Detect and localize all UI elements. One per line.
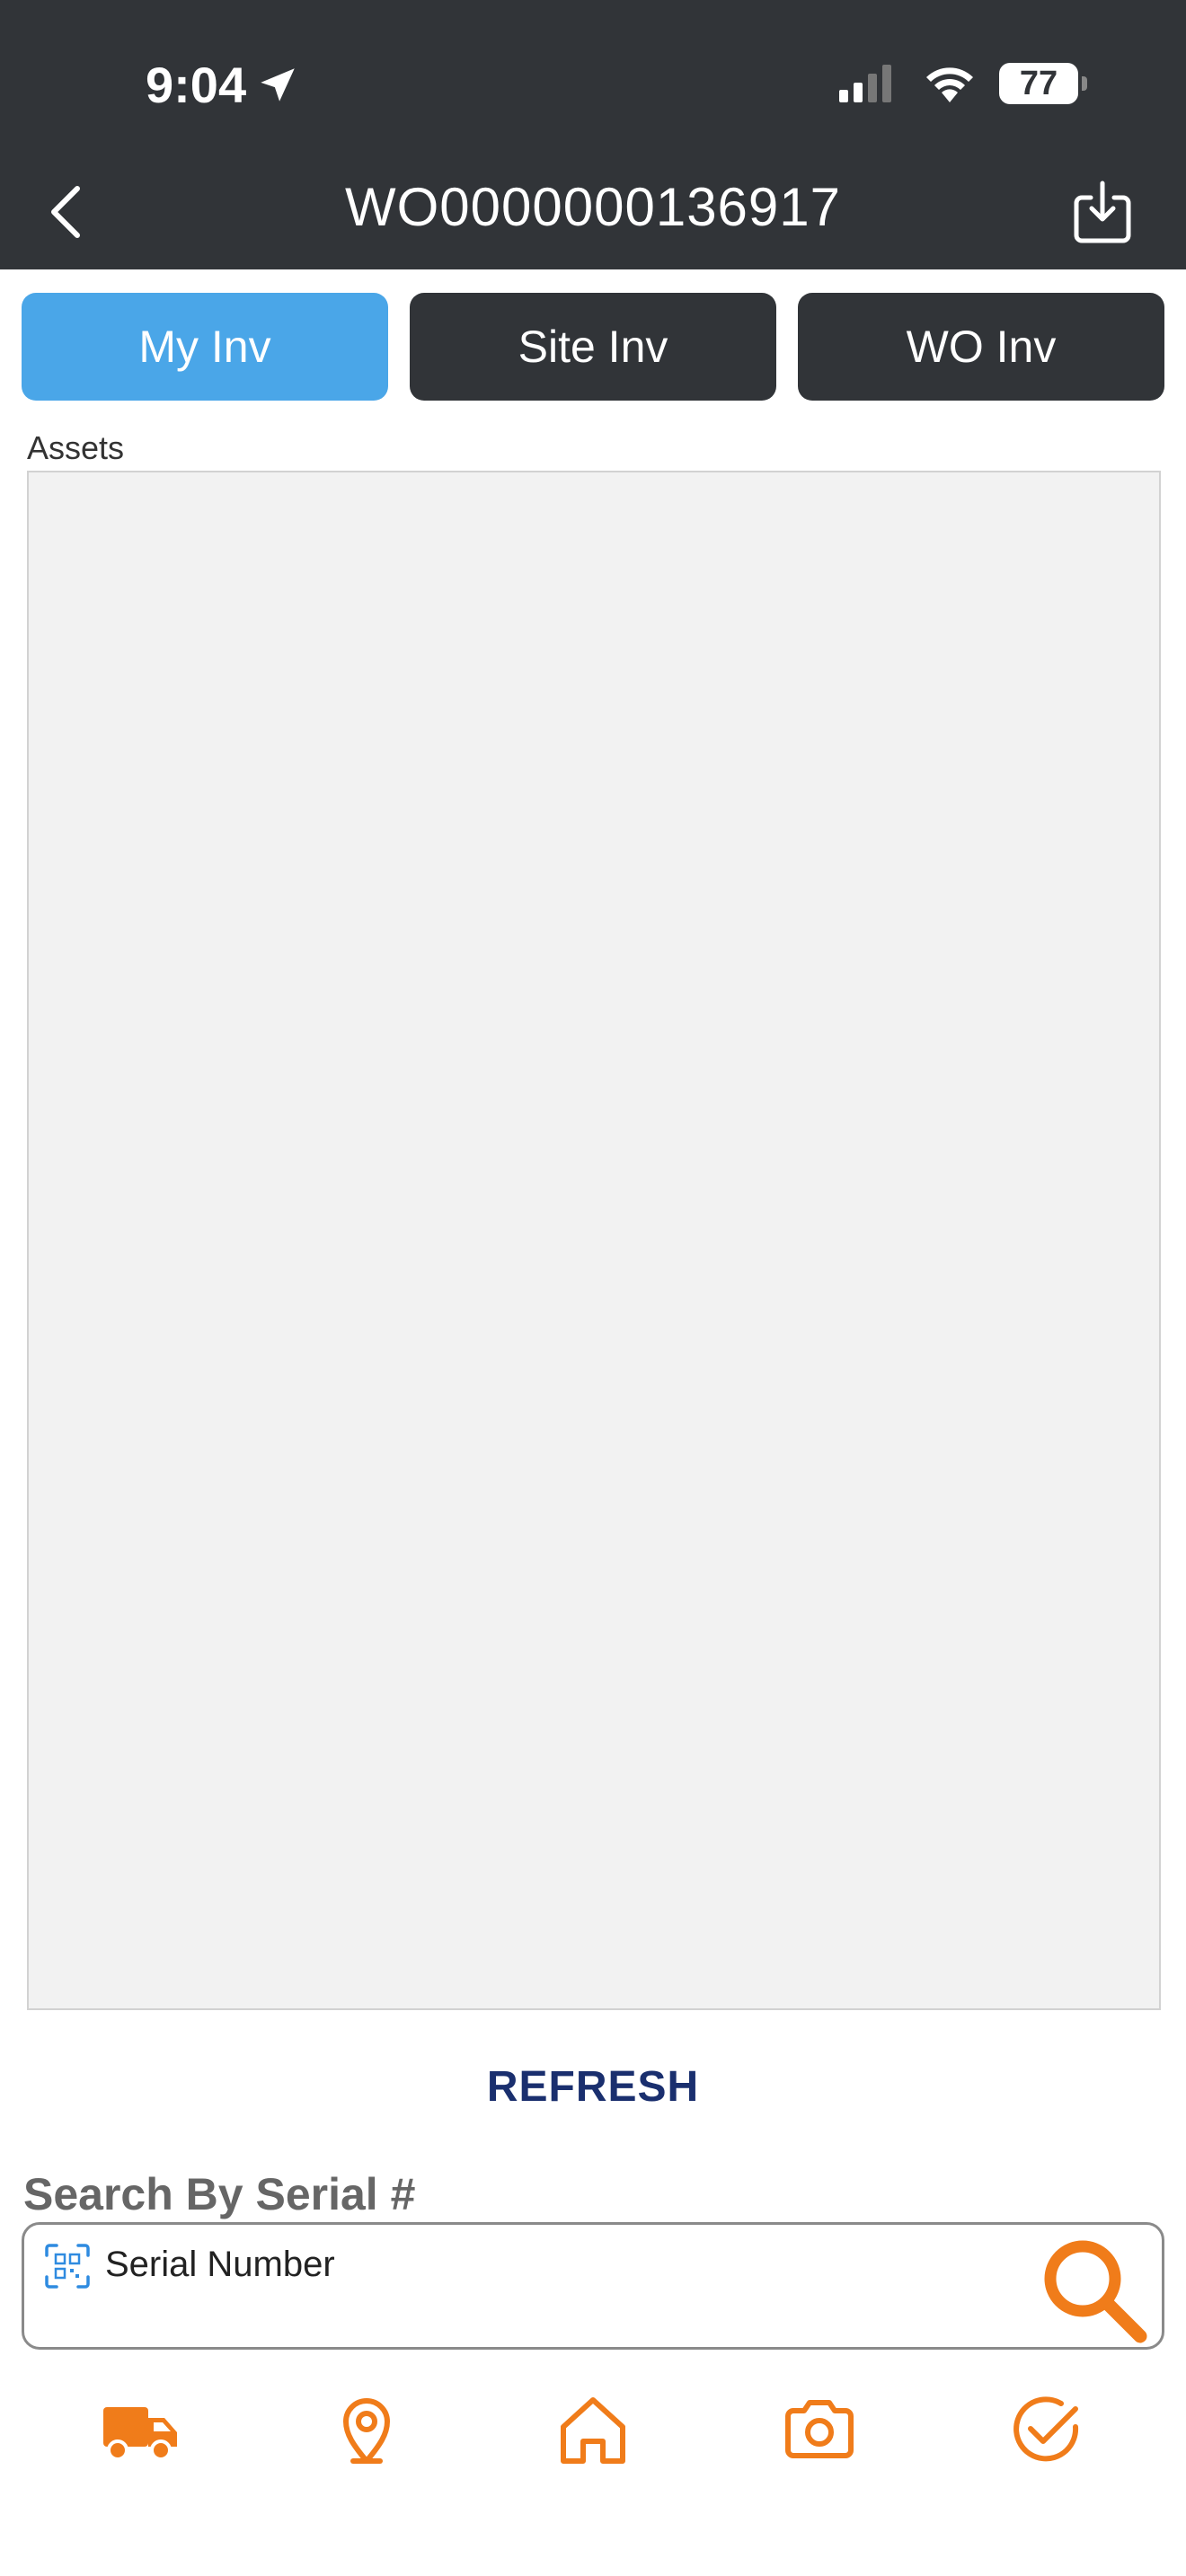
truck-icon <box>103 2407 177 2461</box>
camera-icon <box>785 2400 854 2458</box>
location-pin-icon <box>343 2398 390 2464</box>
download-button[interactable] <box>1071 178 1134 246</box>
wifi-icon <box>926 67 973 102</box>
serial-search-box <box>22 2222 1164 2350</box>
status-icons: 77 <box>837 63 1087 104</box>
download-icon <box>1074 181 1131 243</box>
location-arrow-icon <box>261 67 295 101</box>
qr-scan-icon[interactable] <box>44 2243 91 2289</box>
check-circle-icon <box>1013 2396 1079 2462</box>
refresh-button[interactable]: REFRESH <box>0 2062 1186 2112</box>
serial-number-input[interactable] <box>105 2237 1004 2291</box>
nav-home[interactable] <box>548 2385 638 2475</box>
home-icon <box>561 2397 625 2464</box>
tab-wo-inv[interactable]: WO Inv <box>798 293 1164 401</box>
nav-complete[interactable] <box>1001 2385 1091 2475</box>
bottom-nav <box>0 2371 1186 2488</box>
tab-site-inv[interactable]: Site Inv <box>410 293 776 401</box>
nav-truck[interactable] <box>95 2385 185 2475</box>
status-time: 9:04 <box>146 56 300 114</box>
search-button[interactable] <box>1036 2232 1151 2347</box>
battery-indicator: 77 <box>999 63 1087 104</box>
nav-camera[interactable] <box>774 2385 864 2475</box>
search-label: Search By Serial # <box>23 2169 416 2219</box>
inventory-tabs: My Inv Site Inv WO Inv <box>22 293 1164 401</box>
signal-icon <box>839 65 891 102</box>
assets-list[interactable] <box>27 471 1161 2010</box>
nav-location[interactable] <box>322 2385 412 2475</box>
app-header: 9:04 77 WO0000000136917 <box>0 0 1186 269</box>
search-icon <box>1044 2240 1147 2343</box>
assets-label: Assets <box>27 429 125 466</box>
tab-my-inv[interactable]: My Inv <box>22 293 388 401</box>
page-title: WO0000000136917 <box>344 177 842 237</box>
